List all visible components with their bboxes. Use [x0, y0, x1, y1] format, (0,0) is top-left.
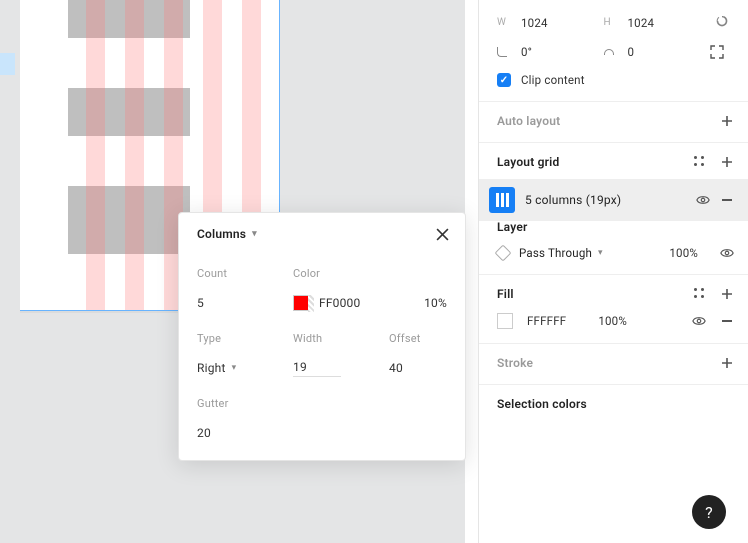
- placeholder-block: [68, 0, 190, 38]
- color-opacity-input[interactable]: 10%: [424, 296, 447, 310]
- stroke-section: Stroke: [479, 344, 748, 385]
- offset-input[interactable]: 40: [389, 359, 447, 377]
- close-icon[interactable]: [436, 228, 449, 241]
- layer-title: Layer: [497, 220, 528, 234]
- layout-grid-settings-popover: Columns ▾ Count 5 Color FF0000 10%: [178, 212, 466, 461]
- type-dropdown[interactable]: Right ▾: [197, 359, 279, 377]
- fill-section: Fill FFFFFF 100%: [479, 275, 748, 344]
- clip-content-checkbox[interactable]: [497, 73, 511, 87]
- gutter-input[interactable]: 20: [197, 424, 279, 442]
- selection-colors-title: Selection colors: [497, 397, 587, 411]
- corner-radius-icon: [604, 49, 614, 55]
- fill-styles-icon[interactable]: [692, 287, 706, 301]
- add-layout-grid-button[interactable]: [720, 155, 734, 169]
- layer-section: Layer Pass Through ▾ 100%: [479, 208, 748, 275]
- rotation-input[interactable]: 0°: [521, 45, 594, 59]
- count-label: Count: [197, 267, 279, 280]
- width-label: Width: [293, 332, 375, 345]
- layer-opacity-input[interactable]: 100%: [669, 246, 698, 260]
- height-input[interactable]: 1024: [628, 16, 701, 30]
- size-section: W 1024 H 1024 0° 0 Clip content: [479, 0, 748, 102]
- chevron-down-icon: ▾: [232, 363, 237, 373]
- visibility-toggle-icon[interactable]: [692, 314, 706, 328]
- auto-layout-section: Auto layout: [479, 102, 748, 143]
- help-button[interactable]: ?: [692, 495, 726, 529]
- add-auto-layout-button[interactable]: [720, 114, 734, 128]
- visibility-toggle-icon[interactable]: [696, 193, 710, 207]
- layout-grid-title: Layout grid: [497, 155, 559, 169]
- add-fill-button[interactable]: [720, 287, 734, 301]
- grid-type-label: Columns: [197, 227, 246, 241]
- placeholder-block: [68, 186, 190, 254]
- offset-label: Offset: [389, 332, 447, 345]
- chevron-down-icon: ▾: [598, 248, 603, 258]
- height-label: H: [604, 17, 618, 28]
- layout-grid-section: Layout grid 5 columns (19px): [479, 143, 748, 208]
- grid-styles-icon[interactable]: [692, 155, 706, 169]
- chevron-down-icon: ▾: [252, 229, 257, 239]
- remove-grid-button[interactable]: [720, 193, 734, 207]
- grid-type-dropdown[interactable]: Columns ▾: [197, 227, 257, 241]
- fill-opacity-input[interactable]: 100%: [598, 314, 627, 328]
- gutter-label: Gutter: [197, 397, 279, 410]
- inspector-panel: W 1024 H 1024 0° 0 Clip content Auto lay…: [478, 0, 748, 543]
- remove-fill-button[interactable]: [720, 314, 734, 328]
- width-label: W: [497, 17, 511, 28]
- add-stroke-button[interactable]: [720, 356, 734, 370]
- layout-grid-name: 5 columns (19px): [525, 193, 686, 207]
- rotation-icon: [497, 47, 507, 57]
- width-input[interactable]: 19: [293, 359, 341, 377]
- stroke-title: Stroke: [497, 356, 533, 370]
- clip-content-label: Clip content: [521, 73, 585, 87]
- placeholder-block: [68, 88, 190, 136]
- fill-swatch[interactable]: [497, 313, 513, 329]
- type-label: Type: [197, 332, 279, 345]
- fill-hex-input[interactable]: FFFFFF: [527, 314, 566, 328]
- fill-title: Fill: [497, 287, 514, 301]
- color-hex-input[interactable]: FF0000: [319, 296, 360, 310]
- blend-mode-dropdown[interactable]: Pass Through ▾: [519, 246, 659, 260]
- width-input[interactable]: 1024: [521, 16, 594, 30]
- corner-radius-input[interactable]: 0: [628, 45, 701, 59]
- expand-icon[interactable]: [710, 45, 724, 59]
- blend-mode-icon: [495, 245, 512, 262]
- count-input[interactable]: 5: [197, 294, 279, 312]
- visibility-toggle-icon[interactable]: [720, 246, 734, 260]
- color-label: Color: [293, 267, 447, 280]
- color-swatch[interactable]: [293, 295, 309, 311]
- link-dimensions-icon[interactable]: [710, 14, 734, 31]
- auto-layout-title: Auto layout: [497, 114, 560, 128]
- selection-colors-section: Selection colors: [479, 385, 748, 425]
